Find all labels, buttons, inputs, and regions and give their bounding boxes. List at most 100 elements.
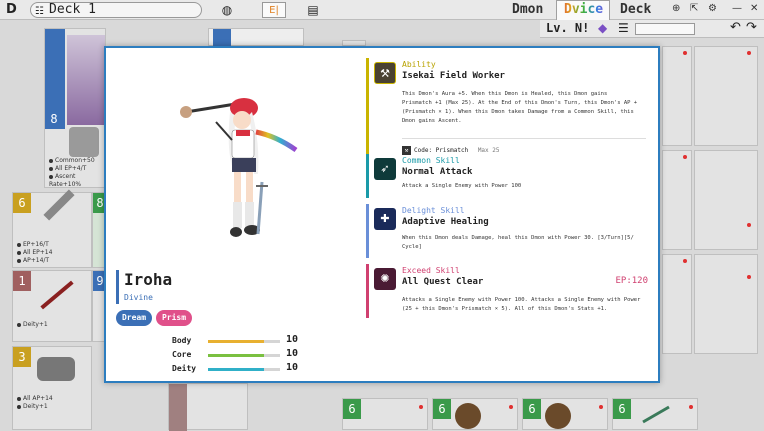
- ability-icon: ⚒: [374, 62, 396, 84]
- card-number: 6: [613, 399, 631, 419]
- redo-icon[interactable]: ↷: [746, 20, 757, 35]
- edit-tab-icon[interactable]: E|: [262, 2, 286, 18]
- skill-type: Ability: [402, 60, 436, 69]
- deck-card[interactable]: 6: [432, 398, 518, 430]
- desc-line: (25 + this Dmon's Prismatch × 5). All of…: [402, 306, 608, 312]
- sword-icon: [43, 189, 75, 221]
- card-stat: AP+14/T: [23, 257, 50, 264]
- tab-deck[interactable]: Deck: [614, 0, 657, 20]
- list-icon[interactable]: ☰: [618, 21, 629, 35]
- deck-name-field[interactable]: ☷ Deck 1: [30, 2, 202, 18]
- desc-line: When this Dmon deals Damage, heal this D…: [402, 235, 634, 241]
- deck-card[interactable]: [694, 46, 758, 146]
- skill-accent-bar: [366, 154, 369, 198]
- tag-dream[interactable]: Dream: [116, 310, 152, 326]
- deck-card[interactable]: 6: [342, 398, 428, 430]
- stat-bar-core: [208, 354, 280, 357]
- claw-icon: ➶: [374, 158, 396, 180]
- deck-card[interactable]: [208, 28, 304, 49]
- deck-card[interactable]: 8 Common+50 All EP+4/T Ascent Rate+10%: [44, 28, 106, 188]
- deck-card[interactable]: [662, 46, 692, 146]
- stat-value-body: 10: [286, 334, 299, 345]
- shield-icon: [545, 403, 571, 429]
- document-icon[interactable]: ▤: [304, 2, 322, 18]
- card-number: 3: [13, 347, 31, 367]
- gun-icon: [37, 357, 75, 381]
- shield-icon: [455, 403, 481, 429]
- pin-icon[interactable]: ⊕: [672, 3, 680, 14]
- skill-delight[interactable]: ✚ Delight Skill Adaptive Healing When th…: [366, 204, 656, 258]
- top-bar: D ☷ Deck 1 ◍ E| ▤ Dmon Dvice Deck ⊕ ⇱ ⚙ …: [0, 0, 764, 20]
- name-accent-bar: [116, 270, 119, 304]
- search-input[interactable]: [635, 23, 695, 35]
- deck-card[interactable]: 6: [612, 398, 698, 430]
- code-max: Max 25: [477, 147, 500, 154]
- skill-type: Delight Skill: [402, 206, 465, 215]
- card-number: 8: [45, 109, 63, 129]
- staff-icon: [40, 280, 74, 310]
- stat-value-core: 10: [286, 348, 299, 359]
- gem-icon[interactable]: ◆: [598, 21, 607, 35]
- settings-icon[interactable]: ⚙: [708, 3, 717, 14]
- tab-dmon[interactable]: Dmon: [506, 0, 549, 20]
- card-stat: Common+50: [55, 157, 95, 164]
- skill-description: When this Dmon deals Damage, heal this D…: [402, 234, 648, 252]
- stat-label-deity: Deity: [172, 364, 197, 373]
- heal-icon: ✚: [374, 208, 396, 230]
- deck-card[interactable]: [662, 150, 692, 250]
- tab-dvice[interactable]: Dvice: [558, 0, 609, 20]
- skill-ability[interactable]: ⚒ Ability Isekai Field Worker This Dmon'…: [366, 58, 656, 158]
- deck-card[interactable]: [662, 254, 692, 354]
- deck-subbar: Lv. N! ◆ ☰ ↶ ↷: [540, 20, 764, 38]
- grid-icon: ☷: [35, 6, 44, 17]
- character-art: [180, 98, 298, 237]
- desc-line: Attack a Single Enemy with Power 100: [402, 183, 522, 189]
- skill-type: Exceed Skill: [402, 266, 460, 275]
- skill-name: All Quest Clear: [402, 277, 484, 287]
- character-rarity: Divine: [124, 293, 153, 302]
- skill-name: Isekai Field Worker: [402, 71, 505, 81]
- desc-line: Attacks a Single Enemy with Power 100. A…: [402, 297, 641, 303]
- desc-line: Dmon gains Ascent.: [402, 118, 462, 124]
- desc-line: This Dmon's Aura +5. When this Dmon is H…: [402, 91, 608, 97]
- stat-label-body: Body: [172, 336, 192, 345]
- card-stat: Deity+1: [23, 321, 48, 328]
- divider: [402, 138, 646, 139]
- skill-type: Common Skill: [402, 156, 460, 165]
- share-icon[interactable]: ⇱: [690, 3, 698, 14]
- desc-line: (Prismatch × 1). When this Dmon takes Da…: [402, 109, 634, 115]
- skill-name: Adaptive Healing: [402, 217, 489, 227]
- card-stat: All EP+14: [23, 249, 53, 256]
- undo-icon[interactable]: ↶: [730, 20, 741, 35]
- skill-accent-bar: [366, 264, 369, 318]
- deck-card[interactable]: 6: [522, 398, 608, 430]
- level-label: Lv. N!: [546, 21, 590, 35]
- skill-exceed[interactable]: ✺ Exceed Skill All Quest Clear EP:120 At…: [366, 264, 656, 318]
- globe-icon[interactable]: ◍: [218, 2, 236, 18]
- tag-prism[interactable]: Prism: [156, 310, 192, 326]
- stat-fill: [208, 368, 264, 371]
- skill-description: Attack a Single Enemy with Power 100: [402, 182, 648, 191]
- deck-card[interactable]: [168, 383, 248, 431]
- deck-card[interactable]: [694, 150, 758, 250]
- skill-accent-bar: [366, 58, 369, 158]
- deck-card[interactable]: 1 Deity+1: [12, 270, 92, 342]
- skill-description: This Dmon's Aura +5. When this Dmon is H…: [402, 90, 648, 126]
- minimize-icon[interactable]: —: [732, 3, 742, 14]
- stat-bar-body: [208, 340, 280, 343]
- character-portrait: [67, 35, 105, 125]
- stat-bar-deity: [208, 368, 280, 371]
- card-number: 1: [13, 271, 31, 291]
- skill-accent-bar: [366, 204, 369, 258]
- card-number: 6: [523, 399, 541, 419]
- card-stat: Ascent Rate+10%: [49, 173, 82, 188]
- deck-card[interactable]: 6 EP+16/T All EP+14 AP+14/T: [12, 189, 92, 268]
- deck-card[interactable]: 3 All AP+14 Deity+1: [12, 346, 92, 430]
- deck-card[interactable]: [694, 254, 758, 354]
- skill-common[interactable]: ➶ Common Skill Normal Attack Attack a Si…: [366, 154, 656, 198]
- close-icon[interactable]: ✕: [750, 3, 758, 14]
- skill-name: Normal Attack: [402, 167, 473, 177]
- skill-description: Attacks a Single Enemy with Power 100. A…: [402, 296, 648, 314]
- desc-line: Cycle]: [402, 244, 422, 250]
- card-stat: Deity+1: [23, 403, 48, 410]
